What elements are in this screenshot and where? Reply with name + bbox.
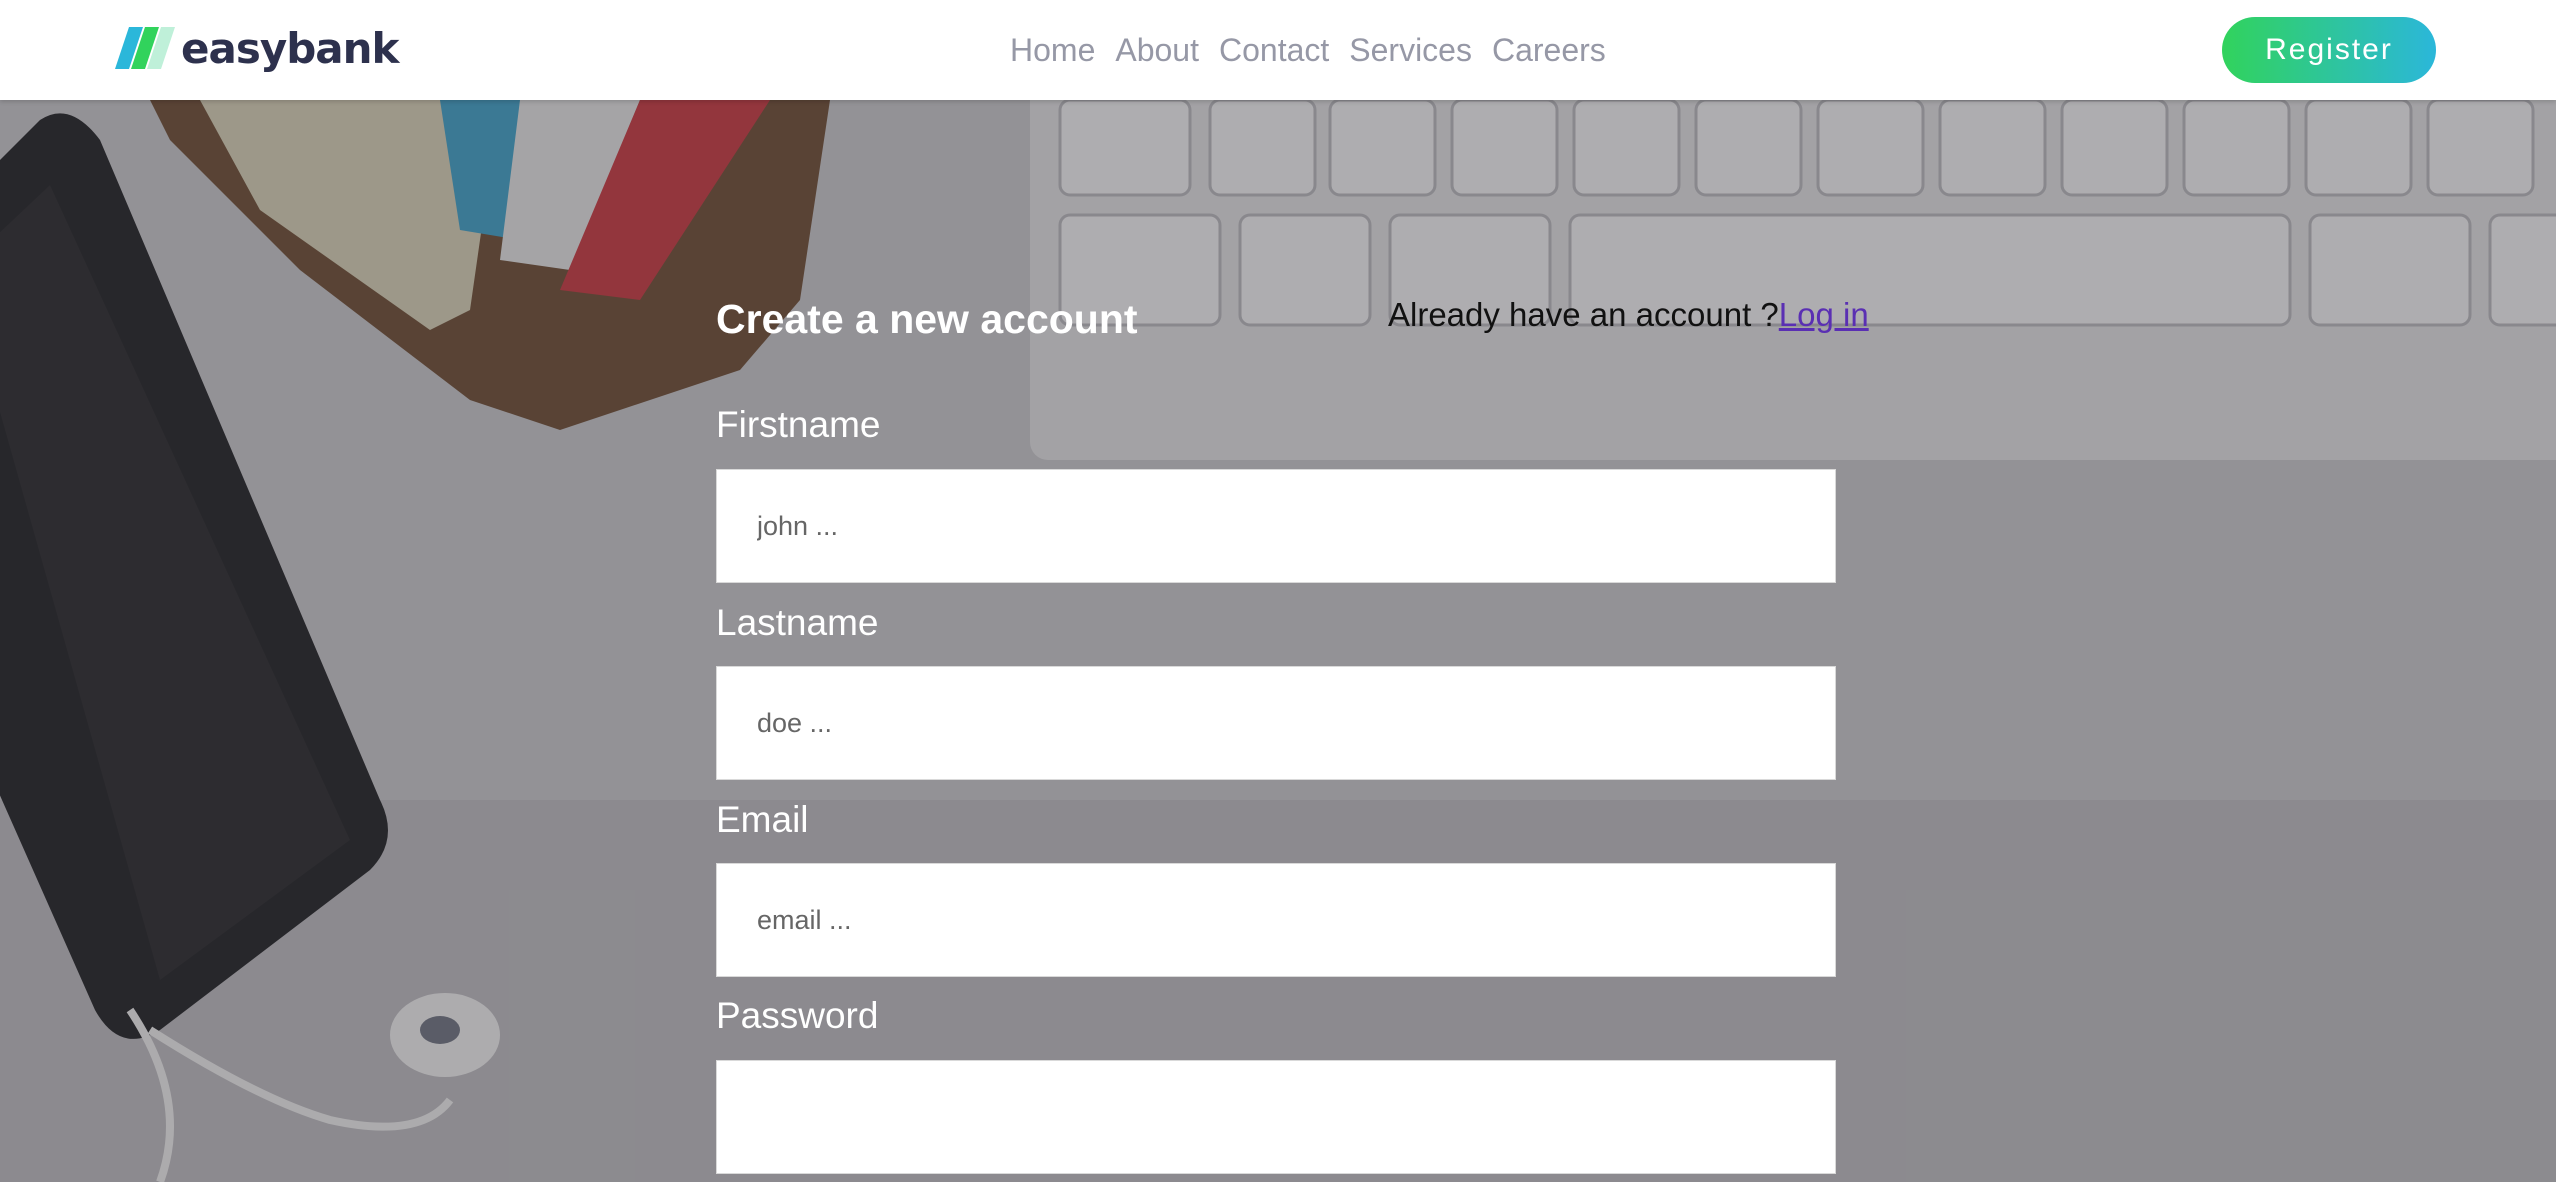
firstname-label: Firstname: [716, 404, 881, 445]
register-button[interactable]: Register: [2222, 17, 2436, 83]
logo-mark-icon: [115, 27, 175, 69]
firstname-input[interactable]: [716, 469, 1836, 583]
background-dim-overlay: [0, 100, 2556, 1182]
nav-link-careers[interactable]: Careers: [1492, 32, 1606, 69]
login-link[interactable]: Log in: [1779, 296, 1869, 333]
form-title: Create a new account: [716, 296, 1138, 342]
lastname-input[interactable]: [716, 666, 1836, 780]
nav-link-services[interactable]: Services: [1349, 32, 1472, 69]
nav-link-about[interactable]: About: [1115, 32, 1199, 69]
login-prompt-text: Already have an account ?: [1388, 296, 1779, 333]
login-prompt: Already have an account ?Log in: [1388, 296, 1869, 334]
easybank-logo[interactable]: easybank: [115, 18, 399, 78]
email-label: Email: [716, 799, 809, 840]
password-label: Password: [716, 995, 879, 1036]
nav-link-contact[interactable]: Contact: [1219, 32, 1329, 69]
main-nav: Home About Contact Services Careers: [1010, 26, 1626, 74]
nav-link-home[interactable]: Home: [1010, 32, 1095, 69]
lastname-label: Lastname: [716, 602, 879, 643]
logo-wordmark: easybank: [181, 23, 399, 73]
password-input[interactable]: [716, 1060, 1836, 1174]
email-input[interactable]: [716, 863, 1836, 977]
site-header: easybank Home About Contact Services Car…: [0, 0, 2556, 100]
background-photo: [0, 100, 2556, 1182]
